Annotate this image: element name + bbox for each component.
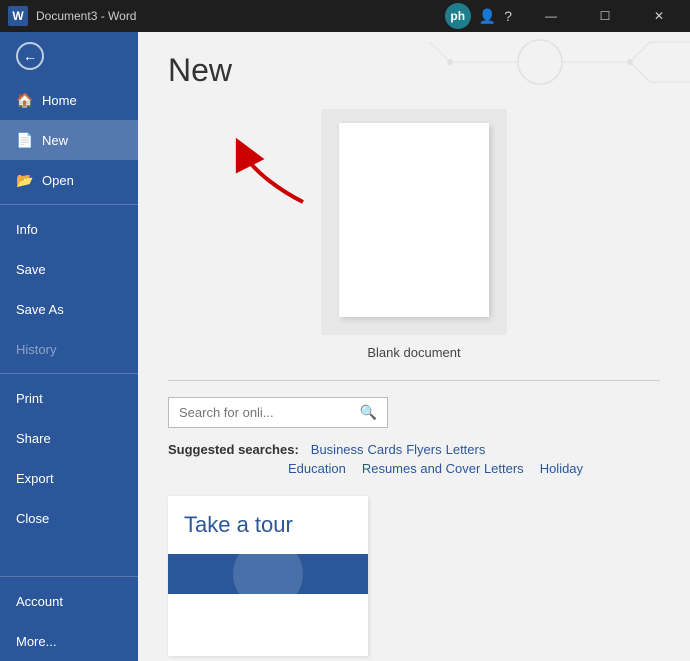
- suggested-cards[interactable]: Cards: [368, 442, 403, 457]
- search-icon: 🔍: [360, 404, 377, 421]
- sidebar-label-home: Home: [42, 93, 77, 108]
- sidebar-label-account: Account: [16, 594, 63, 609]
- sidebar-item-more[interactable]: More...: [0, 621, 138, 661]
- profile-icon[interactable]: 👤: [479, 8, 496, 25]
- sidebar-label-print: Print: [16, 391, 43, 406]
- sidebar-label-info: Info: [16, 222, 38, 237]
- sidebar-label-export: Export: [16, 471, 54, 486]
- sidebar-divider-3: [0, 576, 138, 577]
- sidebar-label-share: Share: [16, 431, 51, 446]
- sidebar-item-open[interactable]: 📂 Open: [0, 160, 138, 200]
- search-box[interactable]: 🔍: [168, 397, 388, 428]
- tour-title: Take a tour: [184, 512, 352, 538]
- sidebar-label-close: Close: [16, 511, 49, 526]
- title-bar-profile: ph 👤 ? — ☐ ✕: [445, 0, 682, 32]
- sidebar-item-account[interactable]: Account: [0, 581, 138, 621]
- suggested-resumes[interactable]: Resumes and Cover Letters: [362, 461, 524, 476]
- close-button[interactable]: ✕: [636, 0, 682, 32]
- title-bar-text: Document3 - Word: [36, 9, 136, 23]
- search-section: 🔍: [168, 397, 660, 428]
- suggested-education[interactable]: Education: [288, 461, 346, 476]
- template-preview: Blank document: [168, 109, 660, 360]
- main-container: ← 🏠 Home 📄 New 📂 Open Info Save Save As …: [0, 32, 690, 661]
- suggested-holiday[interactable]: Holiday: [540, 461, 583, 476]
- tour-card-content: Take a tour: [168, 496, 368, 554]
- content-inner: New Blank document 🔍 Suggested search: [138, 32, 690, 661]
- sidebar-divider-2: [0, 373, 138, 374]
- suggested-business[interactable]: Business: [311, 442, 364, 457]
- title-bar: 🏠W Document3 - Word ph 👤 ? — ☐ ✕: [0, 0, 690, 32]
- profile-avatar[interactable]: ph: [445, 3, 471, 29]
- content-area: New Blank document 🔍 Suggested search: [138, 32, 690, 661]
- back-icon: ←: [16, 42, 44, 70]
- page-title: New: [168, 52, 660, 89]
- suggested-letters[interactable]: Letters: [446, 442, 486, 457]
- word-app-icon: 🏠W: [8, 6, 28, 26]
- sidebar-label-new: New: [42, 133, 68, 148]
- sidebar-item-export[interactable]: Export: [0, 458, 138, 498]
- sidebar-item-print[interactable]: Print: [0, 378, 138, 418]
- sidebar-spacer: [0, 538, 138, 572]
- blank-doc-page: [339, 123, 489, 317]
- sidebar-item-close[interactable]: Close: [0, 498, 138, 538]
- home-icon: 🏠: [16, 92, 32, 109]
- open-folder-icon: 📂: [16, 172, 32, 189]
- sidebar-item-info[interactable]: Info: [0, 209, 138, 249]
- sidebar-item-history: History: [0, 329, 138, 369]
- tour-card-bottom: [168, 554, 368, 594]
- sidebar-divider-1: [0, 204, 138, 205]
- sidebar: ← 🏠 Home 📄 New 📂 Open Info Save Save As …: [0, 32, 138, 661]
- suggested-row-1: Suggested searches: Business Cards Flyer…: [168, 442, 660, 457]
- sidebar-item-home[interactable]: 🏠 Home: [0, 80, 138, 120]
- new-doc-icon: 📄: [16, 132, 32, 149]
- sidebar-label-open: Open: [42, 173, 74, 188]
- suggested-row-2: Education Resumes and Cover Letters Holi…: [168, 461, 660, 476]
- sidebar-item-share[interactable]: Share: [0, 418, 138, 458]
- title-bar-left: 🏠W Document3 - Word: [8, 6, 136, 26]
- help-icon[interactable]: ?: [504, 8, 512, 24]
- back-button[interactable]: ←: [0, 32, 138, 80]
- sidebar-label-save: Save: [16, 262, 46, 277]
- blank-doc-label: Blank document: [367, 345, 460, 360]
- sidebar-label-more: More...: [16, 634, 56, 649]
- sidebar-item-save[interactable]: Save: [0, 249, 138, 289]
- suggested-label: Suggested searches:: [168, 442, 299, 457]
- minimize-button[interactable]: —: [528, 0, 574, 32]
- tour-card[interactable]: Take a tour: [168, 496, 368, 656]
- maximize-button[interactable]: ☐: [582, 0, 628, 32]
- suggested-searches: Suggested searches: Business Cards Flyer…: [168, 442, 660, 476]
- sidebar-item-saveas[interactable]: Save As: [0, 289, 138, 329]
- sidebar-label-history: History: [16, 342, 56, 357]
- suggested-flyers[interactable]: Flyers: [406, 442, 441, 457]
- sidebar-item-new[interactable]: 📄 New: [0, 120, 138, 160]
- sidebar-label-saveas: Save As: [16, 302, 64, 317]
- blank-document-button[interactable]: [321, 109, 507, 335]
- search-input[interactable]: [179, 405, 360, 420]
- separator-line: [168, 380, 660, 381]
